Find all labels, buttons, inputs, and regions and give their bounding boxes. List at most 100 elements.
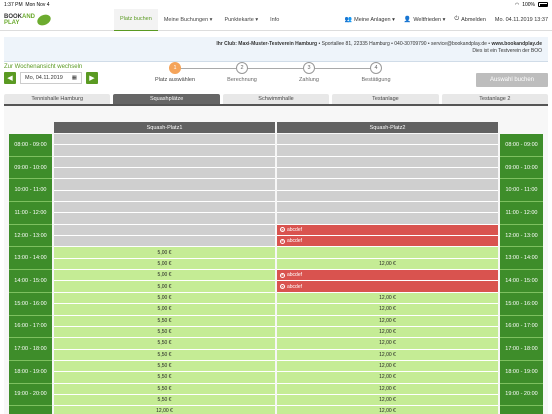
time-slot-label: 13:00 - 14:00 xyxy=(9,247,52,271)
users-icon: 👥 xyxy=(344,17,353,23)
tab-testanlage[interactable]: Testanlage xyxy=(332,94,439,104)
time-slot[interactable]: 12,00 € xyxy=(277,349,498,361)
booked-icon: ✕ xyxy=(280,227,285,233)
time-slot[interactable] xyxy=(54,236,275,248)
court-1-slots: 5,00 €5,00 €5,00 €5,00 €5,00 €5,00 €5,50… xyxy=(54,134,275,414)
time-slot[interactable] xyxy=(54,213,275,225)
booked-slot-label: abcdef xyxy=(287,238,303,245)
booked-slot[interactable]: ✕ abcdef xyxy=(277,224,498,237)
booked-icon: ✕ xyxy=(280,284,285,290)
steps-connector xyxy=(176,68,378,69)
time-slot[interactable] xyxy=(54,190,275,203)
booked-slot-label: abcdef xyxy=(287,283,303,290)
nav-platz-buchen[interactable]: Platz buchen xyxy=(114,8,158,31)
facilities-menu[interactable]: 👥 Meine Anlagen ▾ xyxy=(344,16,395,24)
time-slot[interactable] xyxy=(54,168,275,180)
nav-punktekarte[interactable]: Punktekarte ▾ xyxy=(218,9,264,31)
club-website-link[interactable]: www.bookandplay.de xyxy=(491,41,542,47)
time-slot[interactable] xyxy=(277,202,498,214)
week-view-link[interactable]: Zur Wochenansicht wechseln xyxy=(4,64,98,70)
time-slot[interactable]: 12,00 € xyxy=(277,292,498,305)
time-slot[interactable]: 5,50 € xyxy=(54,383,275,395)
time-slot-label: 12:00 - 13:00 xyxy=(500,224,543,248)
time-slot[interactable]: 5,00 € xyxy=(54,258,275,271)
time-slot[interactable] xyxy=(54,134,275,146)
time-slot[interactable]: 12,00 € xyxy=(277,406,498,414)
time-slot[interactable]: 5,00 € xyxy=(54,270,275,282)
time-slot[interactable]: 12,00 € xyxy=(277,383,498,395)
time-slot[interactable] xyxy=(277,179,498,191)
step-2: 2 Berechnung xyxy=(217,62,267,83)
time-slot-label: 19:00 - 20:00 xyxy=(500,383,543,407)
time-slot[interactable]: 5,00 € xyxy=(54,304,275,316)
time-slot[interactable]: 5,00 € xyxy=(54,281,275,293)
time-slot[interactable] xyxy=(277,213,498,225)
time-slot[interactable] xyxy=(277,134,498,146)
booked-slot[interactable]: ✕ abcdef xyxy=(277,270,498,282)
time-slot[interactable]: 12,00 € xyxy=(277,315,498,327)
nav-info[interactable]: Info xyxy=(264,9,285,31)
time-slot[interactable]: 12,00 € xyxy=(277,326,498,339)
tab-squashplaetze[interactable]: Squashplätze xyxy=(113,94,220,104)
time-column-left: 08:00 - 09:00 09:00 - 10:00 10:00 - 11:00 1… xyxy=(9,134,52,414)
booked-slot[interactable]: ✕ abcdef xyxy=(277,281,498,293)
booking-grid: 08:00 - 09:00 09:00 - 10:00 10:00 - 11:00 1… xyxy=(4,104,548,414)
nav-meine-buchungen[interactable]: Meine Buchungen ▾ xyxy=(158,9,219,31)
time-slot[interactable] xyxy=(277,168,498,180)
book-selection-button[interactable]: Auswahl buchen xyxy=(476,73,548,87)
prev-day-button[interactable]: ◀ xyxy=(4,72,16,84)
logout-button[interactable]: ⏻ Abmelden xyxy=(454,16,486,23)
time-slot[interactable]: 5,50 € xyxy=(54,338,275,350)
time-slot[interactable]: 12,00 € xyxy=(277,394,498,407)
tab-schwimmhalle[interactable]: Schwimmhalle xyxy=(222,94,330,104)
time-column-right: 08:00 - 09:00 09:00 - 10:00 10:00 - 11:00 1… xyxy=(500,134,543,414)
time-slot[interactable]: 5,50 € xyxy=(54,360,275,373)
logo-text-and: AND xyxy=(22,13,35,20)
tab-tennishalle[interactable]: Tennishalle Hamburg xyxy=(4,94,111,104)
time-slot[interactable]: 5,50 € xyxy=(54,349,275,361)
time-slot[interactable] xyxy=(54,224,275,237)
time-slot-label: 20:00 - 21:00 xyxy=(500,406,543,414)
time-slot[interactable] xyxy=(54,145,275,157)
time-slot[interactable] xyxy=(277,247,498,259)
top-navigation: BOOKAND PLAY Platz buchen Meine Buchungen… xyxy=(0,8,552,31)
time-slot[interactable] xyxy=(54,156,275,169)
tab-testanlage-2[interactable]: Testanlage 2 xyxy=(441,94,549,104)
logo[interactable]: BOOKAND PLAY xyxy=(4,11,69,29)
date-input[interactable]: Mo, 04.11.2019 ▦ xyxy=(20,72,82,84)
time-slot[interactable]: 5,50 € xyxy=(54,326,275,339)
court-header-2: Squash-Platz2 xyxy=(277,122,498,133)
time-slot-label: 15:00 - 16:00 xyxy=(500,292,543,316)
time-slot[interactable]: 5,00 € xyxy=(54,292,275,305)
booked-slot-label: abcdef xyxy=(287,272,303,279)
time-slot[interactable]: 5,50 € xyxy=(54,372,275,384)
user-icon: 👤 xyxy=(403,17,412,23)
time-slot[interactable]: 12,00 € xyxy=(277,372,498,384)
time-slot[interactable]: 12,00 € xyxy=(277,258,498,271)
time-slot[interactable]: 5,00 € xyxy=(54,247,275,259)
time-slot[interactable]: 12,00 € xyxy=(54,406,275,414)
booked-slot[interactable]: ✕ abcdef xyxy=(277,236,498,248)
user-menu[interactable]: 👤 Weltfrieden ▾ xyxy=(403,16,446,24)
time-slot[interactable] xyxy=(277,156,498,169)
time-slot[interactable] xyxy=(277,190,498,203)
court-2-slots: ✕ abcdef ✕ abcdef 12,00 € ✕ abcdef ✕ abcdef 12,00… xyxy=(277,134,498,414)
time-slot-label: 10:00 - 11:00 xyxy=(500,179,543,203)
booking-steps: 1 Platz auswählen 2 Berechnung 3 Zahlung 4B… xyxy=(150,62,410,90)
time-slot[interactable] xyxy=(54,179,275,191)
triangle-right-icon: ▶ xyxy=(89,75,95,82)
time-slot[interactable]: 12,00 € xyxy=(277,360,498,373)
next-day-button[interactable]: ▶ xyxy=(86,72,98,84)
time-slot[interactable] xyxy=(277,145,498,157)
time-slot[interactable]: 5,50 € xyxy=(54,315,275,327)
time-slot[interactable]: 12,00 € xyxy=(277,304,498,316)
time-slot-label: 10:00 - 11:00 xyxy=(9,179,52,203)
time-slot[interactable] xyxy=(54,202,275,214)
time-slot-label: 09:00 - 10:00 xyxy=(500,156,543,180)
time-slot[interactable]: 5,50 € xyxy=(54,394,275,407)
time-slot-label: 15:00 - 16:00 xyxy=(9,292,52,316)
booked-icon: ✕ xyxy=(280,272,285,278)
club-name: Ihr Club: Maxi-Muster-Testverein Hamburg xyxy=(216,41,318,47)
power-icon: ⏻ xyxy=(454,16,460,22)
time-slot[interactable]: 12,00 € xyxy=(277,338,498,350)
